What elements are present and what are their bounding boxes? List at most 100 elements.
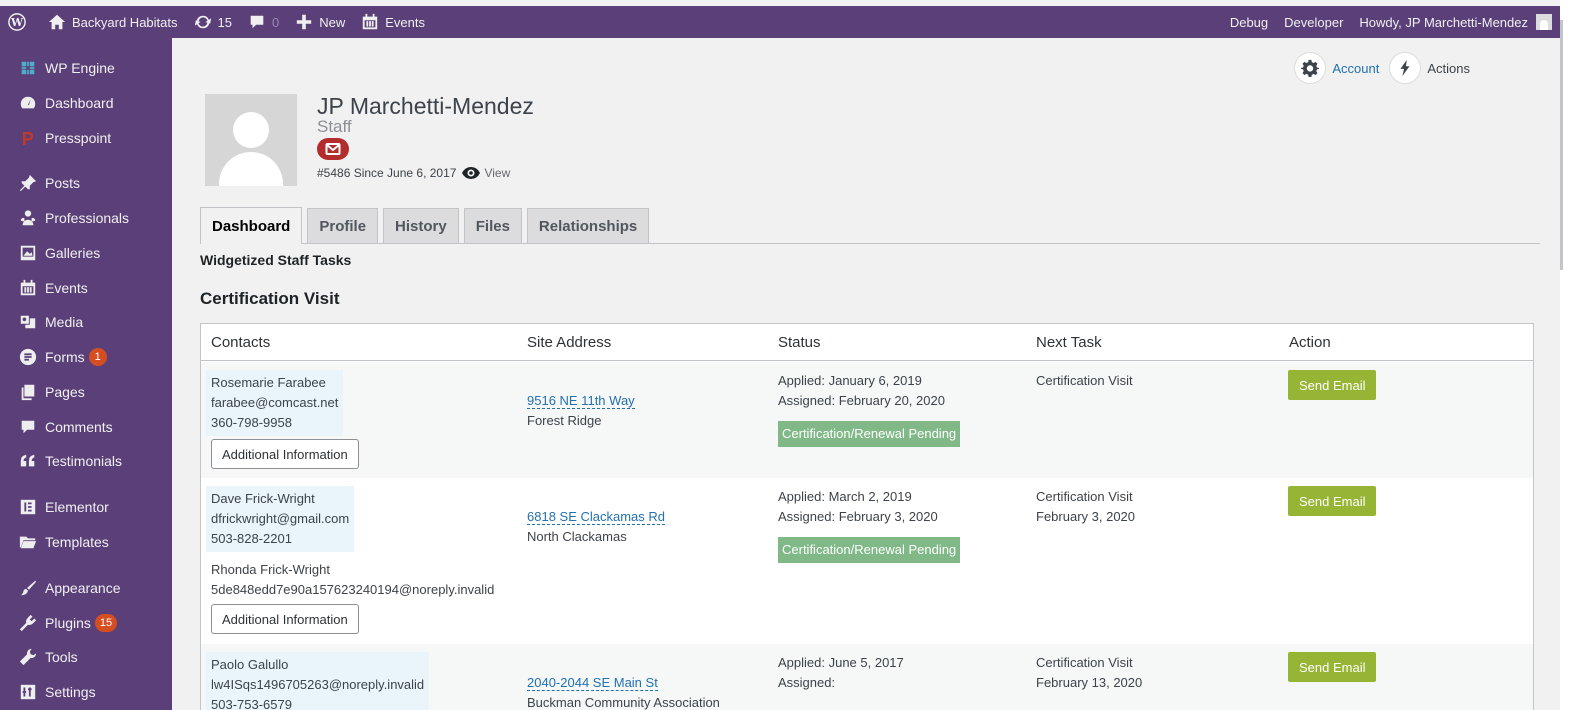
elementor-icon [18, 497, 38, 517]
calendar-icon [361, 13, 379, 31]
actions-button[interactable] [1389, 52, 1422, 84]
status-badge: Certification/Renewal Pending [778, 421, 961, 447]
site-address-link[interactable]: 9516 NE 11th Way [527, 393, 635, 409]
site-name: Backyard Habitats [72, 14, 178, 30]
updates-icon [194, 13, 212, 31]
sidebar-item-galleries[interactable]: Galleries [0, 236, 172, 270]
sidebar-item-comments[interactable]: Comments [0, 410, 172, 444]
sidebar-item-label: Events [45, 280, 88, 296]
tab-history[interactable]: History [383, 208, 459, 243]
site-area: Buckman Community Association [527, 695, 720, 710]
sidebar-item-posts[interactable]: Posts [0, 166, 172, 200]
sidebar-item-label: Media [45, 314, 84, 330]
sidebar-item-media[interactable]: Media [0, 305, 172, 339]
dashboard-icon [18, 93, 38, 113]
send-email-button[interactable]: Send Email [1288, 652, 1377, 682]
assigned-date: Assigned: February 3, 2020 [778, 509, 938, 524]
home-icon [48, 13, 66, 31]
plugins-count-badge: 15 [94, 614, 118, 632]
tab-dashboard[interactable]: Dashboard [200, 207, 303, 244]
applied-date: Applied: March 2, 2019 [778, 489, 912, 504]
tab-profile[interactable]: Profile [307, 208, 379, 243]
site-address-link[interactable]: 6818 SE Clackamas Rd [527, 509, 666, 525]
sidebar-item-dashboard[interactable]: Dashboard [0, 86, 172, 120]
sidebar-item-testimonials[interactable]: Testimonials [0, 444, 172, 478]
account-button[interactable] [1294, 52, 1327, 84]
profile-meta: #5486 Since June 6, 2017 View [317, 166, 534, 180]
sidebar-item-plugins[interactable]: Plugins 15 [0, 606, 172, 640]
sidebar-item-wp-engine[interactable]: WP Engine [0, 51, 172, 85]
contact-email: dfrickwright@gmail.com [211, 511, 350, 526]
comments-link[interactable]: 0 [240, 6, 287, 38]
assigned-date: Assigned: [778, 675, 836, 690]
applied-date: Applied: June 5, 2017 [778, 655, 904, 670]
svg-text:P: P [22, 129, 34, 147]
profile-header: JP Marchetti-Mendez Staff #5486 Since Ju… [205, 94, 534, 186]
column-header-contacts: Contacts [211, 334, 271, 351]
additional-information-button[interactable]: Additional Information [211, 439, 359, 469]
wpengine-icon [18, 58, 38, 78]
table-header: Contacts Site Address Status Next Task A… [201, 324, 1533, 361]
contact-name: Rosemarie Farabee [211, 375, 326, 390]
contact-email: lw4ISqs1496705263@noreply.invalid [211, 677, 425, 692]
secondary-contact-email: 5de848edd7e90a157623240194@noreply.inval… [211, 582, 495, 597]
new-label: New [319, 14, 346, 30]
new-content-link[interactable]: New [287, 6, 353, 38]
profile-name: JP Marchetti-Mendez [317, 93, 534, 119]
wordpress-logo-button[interactable]: W [0, 6, 40, 38]
next-task-date: February 3, 2020 [1036, 509, 1136, 524]
users-icon [18, 208, 38, 228]
sidebar-item-label: Plugins [45, 615, 91, 631]
assigned-date: Assigned: February 20, 2020 [778, 393, 945, 408]
pages-icon [18, 382, 38, 402]
contact-card: Dave Frick-Wright dfrickwright@gmail.com… [206, 486, 355, 552]
next-task: Certification Visit [1036, 373, 1133, 388]
sidebar-item-label: Elementor [45, 499, 109, 515]
page-scrollbar-thumb[interactable] [1560, 20, 1563, 270]
profile-tabs: Dashboard Profile History Files Relation… [200, 207, 1540, 244]
sidebar-item-templates[interactable]: Templates [0, 525, 172, 559]
sidebar-item-label: Appearance [45, 580, 121, 596]
contact-name: Paolo Galullo [211, 657, 289, 672]
actions-link[interactable]: Actions [1427, 61, 1470, 76]
sidebar-item-label: Templates [45, 534, 109, 550]
sidebar-item-elementor[interactable]: Elementor [0, 490, 172, 524]
tab-files[interactable]: Files [463, 208, 522, 243]
events-link[interactable]: Events [353, 6, 433, 38]
sidebar-item-tools[interactable]: Tools [0, 640, 172, 674]
lightning-icon [1396, 59, 1414, 77]
debug-link[interactable]: Debug [1222, 6, 1276, 38]
updates-link[interactable]: 15 [186, 6, 240, 38]
next-task: Certification Visit [1036, 655, 1133, 670]
gallery-icon [18, 243, 38, 263]
sidebar-item-settings[interactable]: Settings [0, 675, 172, 709]
sidebar-item-pages[interactable]: Pages [0, 375, 172, 409]
sidebar-item-events[interactable]: Events [0, 271, 172, 305]
folder-icon [18, 532, 38, 552]
sidebar-item-professionals[interactable]: Professionals [0, 201, 172, 235]
send-email-button[interactable]: Send Email [1288, 370, 1377, 400]
contact-name: Dave Frick-Wright [211, 491, 315, 506]
sidebar-item-label: Forms [45, 349, 85, 365]
tab-relationships[interactable]: Relationships [526, 208, 650, 243]
site-address-link[interactable]: 2040-2044 SE Main St [527, 675, 658, 691]
sidebar-item-presspoint[interactable]: P Presspoint [0, 121, 172, 155]
developer-link[interactable]: Developer [1276, 6, 1351, 38]
my-account-link[interactable]: Howdy, JP Marchetti-Mendez [1351, 6, 1560, 38]
site-name-link[interactable]: Backyard Habitats [40, 6, 186, 38]
column-header-next-task: Next Task [1036, 334, 1102, 351]
status-cell: Applied: June 5, 2017 Assigned: [778, 653, 904, 693]
envelope-icon [325, 142, 341, 156]
view-profile-link[interactable]: View [484, 166, 510, 180]
next-task: Certification Visit [1036, 489, 1133, 504]
user-avatar-icon [1536, 14, 1552, 30]
site-address: 6818 SE Clackamas Rd North Clackamas [527, 507, 666, 547]
sidebar-item-forms[interactable]: Forms 1 [0, 340, 172, 374]
account-link[interactable]: Account [1332, 61, 1379, 76]
send-email-button[interactable]: Send Email [1288, 486, 1377, 516]
additional-information-button[interactable]: Additional Information [211, 604, 359, 634]
site-address: 9516 NE 11th Way Forest Ridge [527, 391, 635, 431]
email-user-button[interactable] [317, 138, 349, 160]
sidebar-item-appearance[interactable]: Appearance [0, 571, 172, 605]
status-cell: Applied: January 6, 2019 Assigned: Febru… [778, 371, 961, 447]
